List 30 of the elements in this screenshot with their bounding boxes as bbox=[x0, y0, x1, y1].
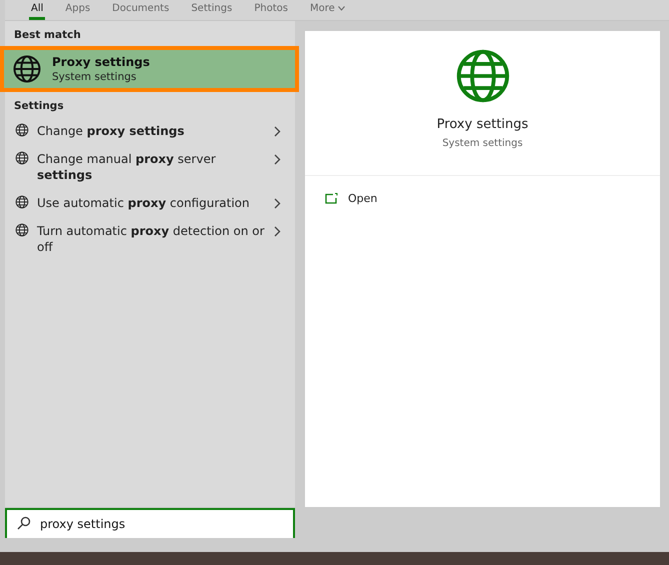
search-icon bbox=[17, 516, 31, 530]
globe-icon bbox=[12, 54, 42, 84]
globe-icon bbox=[15, 223, 29, 237]
section-heading: Settings bbox=[13, 99, 65, 114]
search-tab[interactable]: Photos bbox=[252, 0, 290, 20]
section-heading: Best match bbox=[13, 29, 82, 43]
globe-icon bbox=[15, 151, 29, 165]
best-match-item[interactable]: Proxy settings System settings bbox=[4, 50, 295, 88]
result-item[interactable]: Change proxy settings bbox=[37, 123, 266, 139]
result-subtitle: System settings bbox=[52, 71, 138, 83]
search-tab[interactable]: Settings bbox=[189, 0, 234, 20]
result-item[interactable]: Use automatic proxy configuration bbox=[37, 195, 266, 211]
chevron-right-icon[interactable] bbox=[274, 226, 281, 237]
open-action[interactable]: Open bbox=[305, 176, 398, 221]
search-field[interactable]: proxy settings bbox=[5, 508, 295, 538]
search-tab[interactable]: More bbox=[308, 0, 347, 20]
chevron-right-icon[interactable] bbox=[274, 198, 281, 209]
globe-icon bbox=[15, 195, 29, 209]
chevron-right-icon[interactable] bbox=[274, 126, 281, 137]
preview-title: Proxy settings bbox=[436, 117, 528, 132]
chevron-icon bbox=[338, 6, 345, 11]
open-icon bbox=[325, 193, 338, 204]
preview-subtitle: System settings bbox=[442, 138, 523, 149]
search-tab[interactable]: Documents bbox=[110, 0, 172, 20]
result-item[interactable]: Turn automatic proxy detection on or off bbox=[37, 223, 266, 255]
result-title: Proxy settings bbox=[52, 55, 150, 69]
search-tab[interactable]: Apps bbox=[63, 0, 92, 20]
globe-icon bbox=[15, 123, 29, 137]
result-item[interactable]: Change manual proxy server settings bbox=[37, 151, 266, 183]
chevron-right-icon[interactable] bbox=[274, 154, 281, 165]
